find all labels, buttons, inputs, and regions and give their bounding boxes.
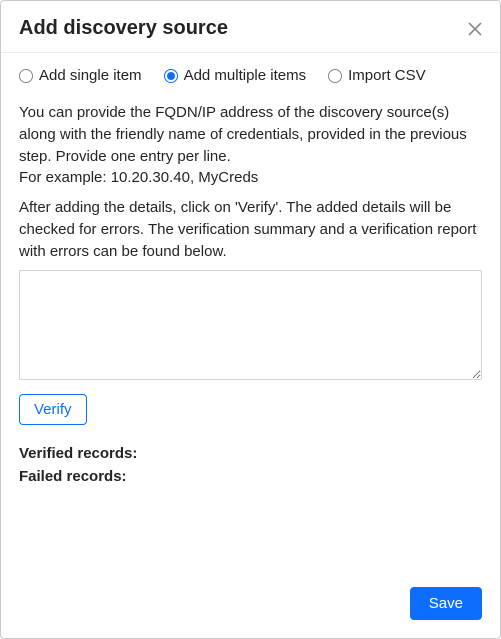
entries-textarea[interactable] — [19, 270, 482, 380]
save-button[interactable]: Save — [410, 587, 482, 620]
close-button[interactable] — [468, 22, 482, 36]
verification-summary: Verified records: Failed records: — [19, 443, 482, 488]
mode-single-option[interactable]: Add single item — [19, 67, 142, 84]
verify-button[interactable]: Verify — [19, 394, 87, 425]
mode-csv-radio[interactable] — [328, 69, 342, 83]
add-discovery-source-dialog: Add discovery source Add single item Add… — [0, 0, 501, 639]
failed-records-line: Failed records: — [19, 466, 482, 489]
dialog-header: Add discovery source — [1, 1, 500, 53]
mode-multiple-radio[interactable] — [164, 69, 178, 83]
mode-csv-option[interactable]: Import CSV — [328, 67, 426, 84]
instructions-after-text: After adding the details, click on 'Veri… — [19, 197, 482, 262]
instructions-text: You can provide the FQDN/IP address of t… — [19, 102, 482, 189]
mode-multiple-option[interactable]: Add multiple items — [164, 67, 307, 84]
instructions-example: For example: 10.20.30.40, MyCreds — [19, 169, 258, 186]
mode-radio-group: Add single item Add multiple items Impor… — [19, 67, 482, 84]
dialog-footer: Save — [1, 573, 500, 638]
verified-records-label: Verified records: — [19, 445, 137, 462]
mode-single-radio[interactable] — [19, 69, 33, 83]
mode-single-label: Add single item — [39, 67, 142, 84]
instructions-main: You can provide the FQDN/IP address of t… — [19, 104, 467, 165]
dialog-body: Add single item Add multiple items Impor… — [1, 53, 500, 573]
mode-multiple-label: Add multiple items — [184, 67, 307, 84]
dialog-title: Add discovery source — [19, 17, 228, 40]
close-icon — [468, 22, 482, 36]
failed-records-label: Failed records: — [19, 468, 127, 485]
mode-csv-label: Import CSV — [348, 67, 426, 84]
verified-records-line: Verified records: — [19, 443, 482, 466]
